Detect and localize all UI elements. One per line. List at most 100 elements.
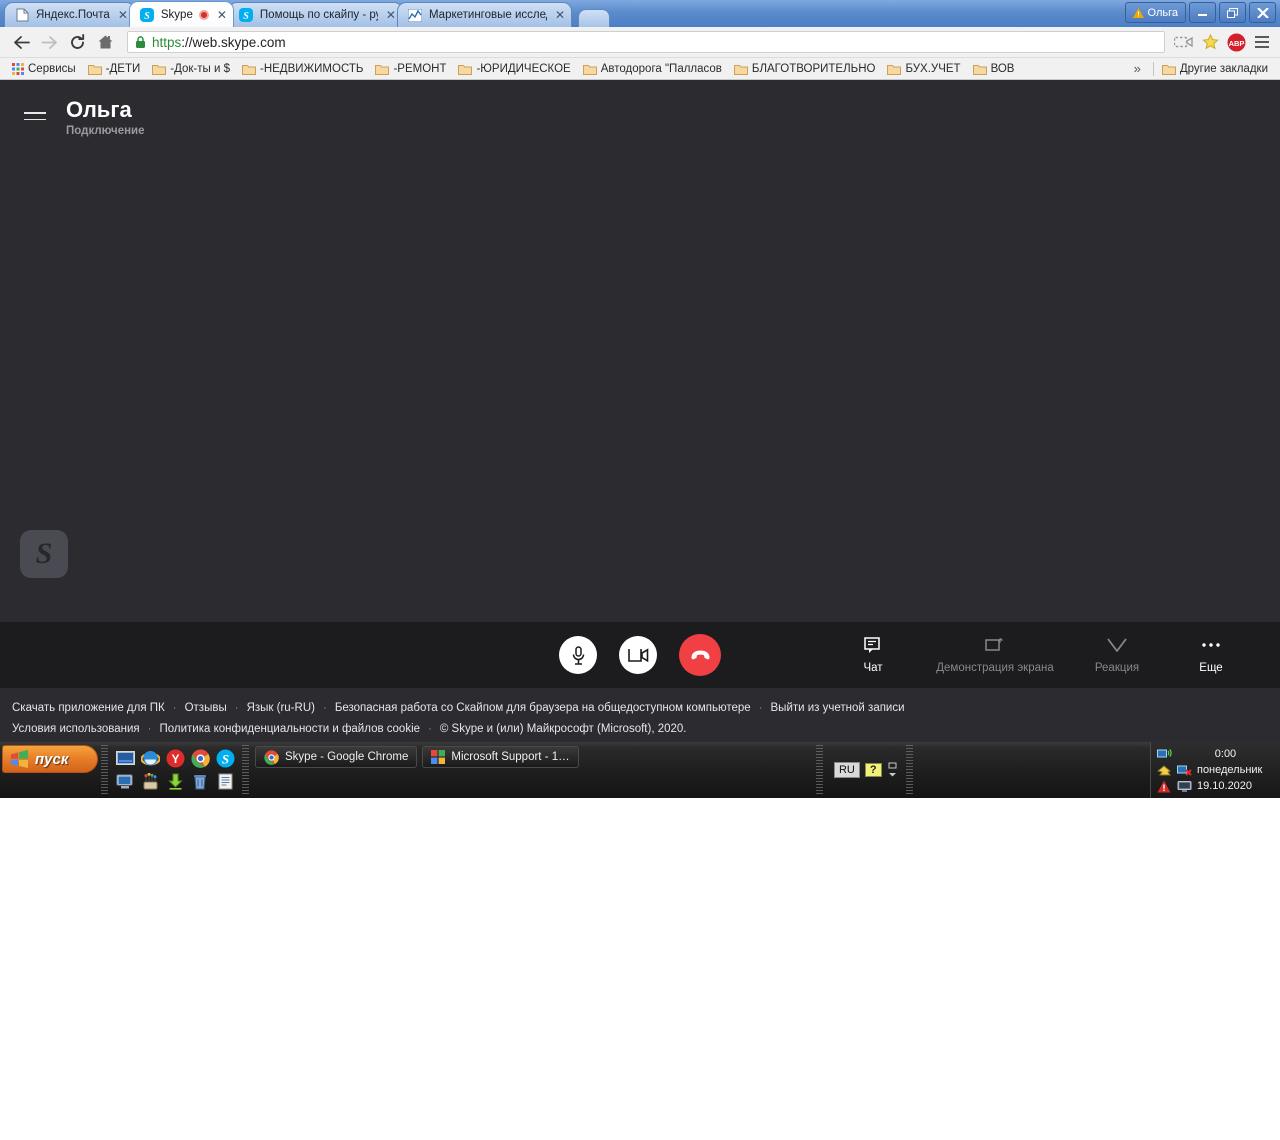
footer-link-language[interactable]: Язык (ru-RU) [247,698,315,719]
paint-icon[interactable] [140,772,160,792]
forward-arrow-icon[interactable] [36,29,62,55]
bookmarks-overflow-button[interactable]: » [1124,61,1151,76]
camera-icon [627,647,649,663]
bookmark-folder[interactable]: БЛАГОТВОРИТЕЛЬНО [728,63,882,75]
internet-explorer-icon[interactable] [140,749,160,769]
taskbar-grip[interactable] [242,745,249,795]
taskbar-button-chrome[interactable]: Skype - Google Chrome [255,746,418,768]
reaction-button[interactable]: Реакция [1070,636,1164,674]
screen-share-label: Демонстрация экрана [936,662,1054,674]
bookmark-label: -РЕМОНТ [393,62,447,75]
yandex-browser-icon[interactable]: Y [165,749,185,769]
cast-icon[interactable] [1174,35,1194,49]
home-icon[interactable] [92,29,118,55]
bookmark-other-folder[interactable]: Другие закладки [1156,63,1274,75]
end-call-button[interactable] [679,634,721,676]
help-indicator-icon[interactable]: ? [864,763,882,777]
browser-tab[interactable]: Маркетинговые исследова ✕ [396,2,573,27]
bookmark-folder[interactable]: -ЮРИДИЧЕСКОЕ [452,63,576,75]
bookmark-folder[interactable]: БУХ.УЧЕТ [881,63,966,75]
close-icon[interactable]: ✕ [118,9,128,21]
close-icon[interactable]: ✕ [555,9,565,21]
bookmark-folder[interactable]: -ДЕТИ [82,63,147,75]
bookmark-apps[interactable]: Сервисы [6,62,82,75]
microsoft-icon [431,750,446,764]
bookmark-folder[interactable]: -НЕДВИЖИМОСТЬ [236,63,369,75]
taskbar-grip[interactable] [905,745,913,795]
call-actions: Чат Демонстрация экрана Реакция Еще [826,622,1258,688]
hamburger-menu-icon[interactable] [24,104,48,128]
call-header: Ольга Подключение [0,80,1280,137]
recording-indicator-icon[interactable] [198,9,209,20]
footer-link-terms[interactable]: Условия использования [12,719,140,740]
network-icon[interactable] [1156,747,1172,761]
new-tab-button[interactable] [578,9,611,27]
restore-button[interactable] [1219,2,1246,23]
skype-web-app: Ольга Подключение S Чат Демонстрация экр… [0,80,1280,752]
browser-tab[interactable]: Яндекс.Почта ✕ [4,2,135,27]
reaction-icon [1106,636,1128,654]
camera-button[interactable] [619,636,657,674]
taskbar-grip[interactable] [815,745,823,795]
download-icon[interactable] [165,772,185,792]
tray-clock[interactable]: 0:00 [1177,748,1274,760]
show-desktop-icon[interactable] [115,749,135,769]
browser-tab-active[interactable]: S Skype ✕ [128,1,234,27]
browser-tab[interactable]: S Помощь по скайпу - руков ✕ [227,2,403,27]
reaction-label: Реакция [1094,662,1140,674]
skype-icon[interactable]: S [215,749,235,769]
footer-link-privacy[interactable]: Политика конфиденциальности и файлов coo… [159,719,420,740]
folder-icon [887,63,902,75]
screen-share-button[interactable]: Демонстрация экрана [920,636,1070,674]
system-tray: 0:00 понедельник 19.10.2020 [1149,742,1280,798]
bookmark-label: -Док-ты и $ [170,62,230,75]
reload-icon[interactable] [64,29,90,55]
back-arrow-icon[interactable] [8,29,34,55]
minimize-button[interactable] [1189,2,1216,23]
taskbar-button-support[interactable]: Microsoft Support - 1… [422,746,579,768]
bookmark-label: -ЮРИДИЧЕСКОЕ [476,62,571,75]
footer-link-download-app[interactable]: Скачать приложение для ПК [12,698,165,719]
footer-link-safe-browsing[interactable]: Безопасная работа со Скайпом для браузер… [335,698,751,719]
adblock-extension-icon[interactable]: ABP [1227,33,1246,52]
close-button[interactable] [1249,2,1276,23]
network-error-icon[interactable] [1176,763,1192,777]
profile-label: Ольга [1147,6,1178,19]
close-icon[interactable]: ✕ [217,9,227,21]
hamburger-menu-icon[interactable] [1254,35,1270,49]
tray-weekday: понедельник [1196,764,1263,776]
notepad-icon[interactable] [215,772,235,792]
start-button[interactable]: пуск [2,745,98,773]
footer-link-sign-out[interactable]: Выйти из учетной записи [771,698,905,719]
bookmark-folder[interactable]: -Док-ты и $ [146,63,236,75]
bookmark-folder[interactable]: Автодорога "Палласов [577,63,728,75]
bookmark-folder[interactable]: -РЕМОНТ [369,63,452,75]
bookmark-label: -ДЕТИ [105,62,141,75]
chat-icon [863,636,883,654]
profile-button[interactable]: Ольга [1124,2,1186,23]
update-icon[interactable] [1156,763,1172,777]
microphone-button[interactable] [559,636,597,674]
language-indicator[interactable]: RU [833,762,860,778]
chat-button[interactable]: Чат [826,636,920,674]
star-icon[interactable] [1202,34,1219,50]
taskbar-grip[interactable] [101,745,108,795]
page-icon [15,8,30,23]
bookmark-label: БУХ.УЧЕТ [905,62,961,75]
recycle-bin-icon[interactable] [190,772,210,792]
my-computer-icon[interactable] [115,772,135,792]
address-bar[interactable]: https://web.skype.com [127,31,1165,53]
svg-text:S: S [244,11,250,22]
windows-taskbar: пуск Y S Skype - Google Chrome Microsoft… [0,742,1280,798]
footer-link-feedback[interactable]: Отзывы [185,698,227,719]
more-button[interactable]: Еще [1164,636,1258,674]
google-chrome-icon [264,749,279,765]
display-icon[interactable] [1177,779,1192,793]
bookmark-folder[interactable]: ВОВ [967,63,1021,75]
hangup-icon [690,649,711,661]
language-bar-options-icon[interactable] [887,762,898,778]
google-chrome-icon[interactable] [190,749,210,769]
warning-icon[interactable] [1157,779,1172,793]
close-icon[interactable]: ✕ [386,9,396,21]
folder-icon [87,63,102,75]
